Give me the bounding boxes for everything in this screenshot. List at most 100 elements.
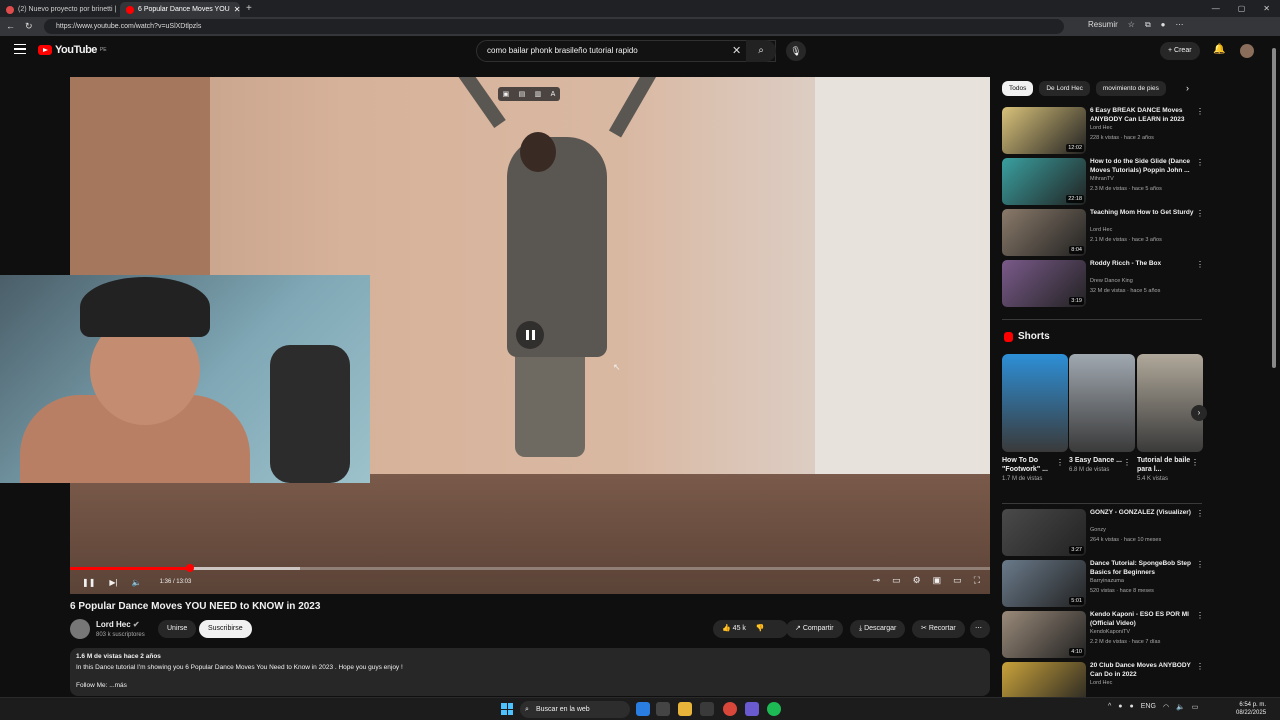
channel-name[interactable]: Lord Hec ✔: [96, 620, 140, 629]
video-thumbnail[interactable]: 5:01: [1002, 560, 1086, 607]
video-title[interactable]: Kendo Kaponi - ESO ES POR MI (Official V…: [1090, 611, 1194, 628]
star-icon[interactable]: ☆: [1128, 20, 1135, 30]
video-thumbnail[interactable]: 3:27: [1002, 509, 1086, 556]
channel-name[interactable]: Gonzy: [1090, 527, 1106, 533]
copy-icon[interactable]: ▥: [535, 90, 542, 98]
like-button[interactable]: 👍 45 k: [722, 625, 746, 632]
video-thumbnail[interactable]: 8:04: [1002, 209, 1086, 256]
channel-name[interactable]: Lord Hec: [1090, 227, 1112, 233]
chip-channel[interactable]: De Lord Hec: [1039, 81, 1090, 96]
scrollbar[interactable]: [1271, 42, 1277, 692]
more-actions-button[interactable]: ⋯: [970, 620, 990, 638]
chip-all[interactable]: Todos: [1002, 81, 1034, 96]
video-thumbnail[interactable]: 4:10: [1002, 611, 1086, 658]
recommended-video[interactable]: 3:27 GONZY - GONZALEZ (Visualizer) Gonzy 26…: [1002, 509, 1204, 557]
volume-icon[interactable]: 🔈: [132, 578, 142, 587]
more-vert-icon[interactable]: ⋮: [1196, 107, 1204, 116]
file-explorer-icon[interactable]: [678, 702, 692, 716]
extensions-icon[interactable]: ⧉: [1145, 20, 1151, 30]
channel-name[interactable]: KendoKaponiTV: [1090, 629, 1130, 635]
minimize-icon[interactable]: —: [1212, 4, 1220, 13]
short-item[interactable]: How To Do "Footwork" ... 1.7 M de vistas ⋮: [1002, 354, 1068, 482]
subscribe-button[interactable]: Suscribirse: [199, 620, 252, 638]
short-thumbnail[interactable]: [1069, 354, 1135, 452]
channel-name[interactable]: Drew Dance King: [1090, 278, 1133, 284]
pause-icon[interactable]: ❚❚: [82, 578, 95, 587]
back-icon[interactable]: ←: [6, 21, 15, 32]
short-thumbnail[interactable]: [1002, 354, 1068, 452]
shorts-next-button[interactable]: ›: [1191, 405, 1207, 421]
video-title[interactable]: Roddy Ricch - The Box: [1090, 260, 1194, 269]
clip-button[interactable]: ✂ Recortar: [912, 620, 965, 638]
more-icon[interactable]: ⋯: [1176, 20, 1184, 30]
fullscreen-icon[interactable]: ⛶: [974, 575, 980, 586]
video-thumbnail[interactable]: 12:02: [1002, 107, 1086, 154]
recommended-video[interactable]: 3:19 Roddy Ricch - The Box Drew Dance King…: [1002, 260, 1204, 308]
video-title[interactable]: How to do the Side Glide (Dance Moves Tu…: [1090, 158, 1194, 175]
share-button[interactable]: ↗ Compartir: [786, 620, 843, 638]
wifi-icon[interactable]: ◠: [1163, 703, 1169, 711]
video-title[interactable]: Dance Tutorial: SpongeBob Step Basics fo…: [1090, 560, 1194, 577]
scrollbar-thumb[interactable]: [1272, 48, 1276, 368]
more-vert-icon[interactable]: ⋮: [1196, 662, 1204, 671]
tray-app-icon[interactable]: ●: [1130, 703, 1134, 711]
close-window-icon[interactable]: ✕: [1263, 4, 1270, 13]
translate-icon[interactable]: A: [551, 91, 556, 98]
more-vert-icon[interactable]: ⋮: [1196, 158, 1204, 167]
channel-name[interactable]: MihranTV: [1090, 176, 1114, 182]
resume-button[interactable]: Resumir: [1088, 20, 1118, 30]
chip-topic[interactable]: movimiento de pies: [1095, 81, 1166, 96]
store-icon[interactable]: [656, 702, 670, 716]
app-icon[interactable]: [700, 702, 714, 716]
miniplayer-icon[interactable]: ▣: [933, 575, 942, 586]
center-pause-button[interactable]: [516, 321, 544, 349]
create-button[interactable]: + Crear: [1160, 42, 1200, 60]
more-vert-icon[interactable]: ⋮: [1196, 611, 1204, 620]
description-box[interactable]: 1.6 M de vistas hace 2 años In this Danc…: [70, 648, 990, 696]
video-title[interactable]: 6 Easy BREAK DANCE Moves ANYBODY Can LEA…: [1090, 107, 1194, 124]
captions-icon[interactable]: ▭: [892, 575, 901, 586]
more-vert-icon[interactable]: ⋮: [1196, 560, 1204, 569]
battery-icon[interactable]: ▭: [1192, 703, 1199, 711]
short-thumbnail[interactable]: [1137, 354, 1203, 452]
chrome-icon[interactable]: [723, 702, 737, 716]
taskbar-clock[interactable]: 6:54 p. m. 08/22/2025: [1236, 701, 1266, 717]
download-button[interactable]: ⤓ Descargar: [850, 620, 906, 638]
next-icon[interactable]: ▶|: [109, 578, 117, 587]
tray-lang[interactable]: ENG: [1141, 703, 1156, 711]
more-vert-icon[interactable]: ⋮: [1056, 458, 1064, 467]
recommended-video[interactable]: 12:02 6 Easy BREAK DANCE Moves ANYBODY Ca…: [1002, 107, 1204, 155]
account-avatar[interactable]: [1240, 44, 1254, 58]
channel-name[interactable]: Barryinazuma: [1090, 578, 1124, 584]
video-title[interactable]: Teaching Mom How to Get Sturdy: [1090, 209, 1194, 218]
video-thumbnail[interactable]: 3:19: [1002, 260, 1086, 307]
search-input[interactable]: como bailar phonk brasileño tutorial rap…: [476, 40, 776, 62]
recommended-video[interactable]: 5:01 Dance Tutorial: SpongeBob Step Basic…: [1002, 560, 1204, 608]
windows-start-icon[interactable]: [501, 703, 513, 715]
join-button[interactable]: Unirse: [158, 620, 197, 638]
dislike-button[interactable]: 👎: [756, 625, 765, 632]
chevron-right-icon[interactable]: ›: [1186, 83, 1189, 93]
recommended-video[interactable]: 4:10 Kendo Kaponi - ESO ES POR MI (Offici…: [1002, 611, 1204, 659]
video-thumbnail[interactable]: 22:18: [1002, 158, 1086, 205]
tray-app-icon[interactable]: ●: [1118, 703, 1122, 711]
recommended-video[interactable]: 22:18 How to do the Side Glide (Dance Mov…: [1002, 158, 1204, 206]
profile-icon[interactable]: ●: [1161, 20, 1166, 30]
theater-mode-icon[interactable]: ▭: [953, 575, 962, 586]
clear-search-icon[interactable]: ✕: [732, 44, 741, 57]
channel-avatar[interactable]: [70, 619, 90, 639]
reload-icon[interactable]: ↻: [25, 21, 33, 32]
notifications-bell-icon[interactable]: 🔔: [1213, 44, 1225, 55]
browser-tab-active[interactable]: 6 Popular Dance Moves YOU ✕: [120, 2, 240, 17]
browser-tab[interactable]: (2) Nuevo proyecto por brinetti | ✕: [0, 2, 120, 17]
discord-icon[interactable]: [745, 702, 759, 716]
hamburger-menu-icon[interactable]: [14, 44, 26, 54]
maximize-icon[interactable]: ▢: [1238, 4, 1246, 13]
more-vert-icon[interactable]: ⋮: [1123, 458, 1131, 467]
tray-chevron-icon[interactable]: ^: [1108, 703, 1111, 711]
channel-name[interactable]: Lord Hec: [1090, 125, 1112, 131]
more-vert-icon[interactable]: ⋮: [1196, 260, 1204, 269]
short-item[interactable]: 3 Easy Dance ... 6.8 M de vistas ⋮: [1069, 354, 1135, 473]
more-vert-icon[interactable]: ⋮: [1191, 458, 1199, 467]
url-field[interactable]: https://www.youtube.com/watch?v=uSlXDtlp…: [44, 19, 1064, 34]
